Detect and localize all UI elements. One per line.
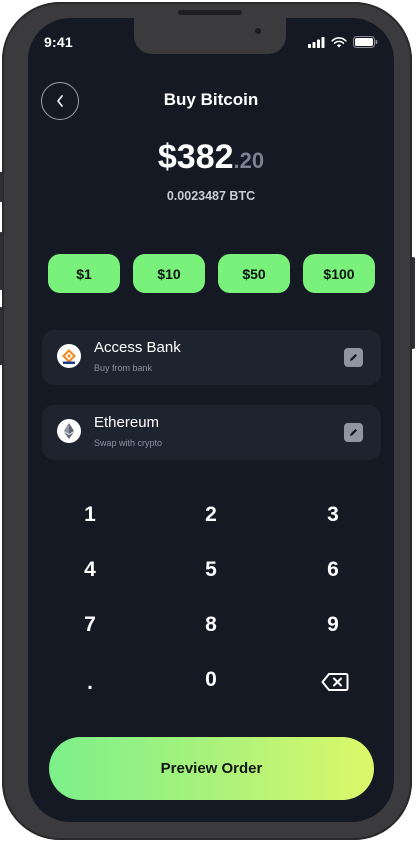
pencil-icon: [350, 354, 357, 361]
keypad-key-9[interactable]: 9: [303, 605, 363, 645]
source-name: Ethereum: [94, 414, 160, 431]
signal-icon: [308, 36, 325, 48]
preview-order-button[interactable]: Preview Order: [49, 737, 374, 800]
amount-cents: .20: [233, 148, 265, 173]
keypad-key-3[interactable]: 3: [303, 495, 363, 535]
access-bank-logo-icon: [57, 344, 81, 368]
preset-amounts: $1 $10 $50 $100: [48, 254, 375, 293]
keypad-key-0[interactable]: 0: [181, 660, 241, 700]
mute-switch: [0, 172, 3, 202]
volume-down-button: [0, 307, 3, 365]
source-name: Access Bank: [94, 339, 181, 356]
edit-source-button[interactable]: [344, 348, 363, 367]
preset-button[interactable]: $1: [48, 254, 120, 293]
source-subtitle: Buy from bank: [94, 363, 153, 373]
keypad-key-4[interactable]: 4: [60, 550, 120, 590]
preset-button[interactable]: $100: [303, 254, 375, 293]
source-subtitle: Swap with crypto: [94, 438, 163, 448]
keypad-key-decimal[interactable]: .: [60, 663, 120, 703]
payment-source-access-bank[interactable]: Access Bank Buy from bank: [42, 330, 381, 385]
ethereum-logo-icon: [57, 419, 81, 443]
wifi-icon: [331, 36, 347, 47]
notch: [134, 18, 286, 54]
power-button: [411, 257, 415, 349]
keypad-backspace-button[interactable]: [305, 662, 365, 702]
page-title: Buy Bitcoin: [163, 90, 259, 109]
keypad-key-7[interactable]: 7: [60, 605, 120, 645]
keypad-key-2[interactable]: 2: [181, 495, 241, 535]
btc-equivalent: 0.0023487 BTC: [166, 189, 256, 203]
edit-source-button[interactable]: [344, 423, 363, 442]
battery-icon: [353, 36, 378, 48]
status-time: 9:41: [44, 34, 73, 50]
keypad-key-8[interactable]: 8: [181, 605, 241, 645]
front-camera: [255, 28, 261, 34]
keypad-key-1[interactable]: 1: [60, 495, 120, 535]
volume-up-button: [0, 232, 3, 290]
keypad-key-5[interactable]: 5: [181, 550, 241, 590]
preset-button[interactable]: $50: [218, 254, 290, 293]
amount-main: $382: [157, 138, 234, 176]
pencil-icon: [350, 429, 357, 436]
payment-source-ethereum[interactable]: Ethereum Swap with crypto: [42, 405, 381, 460]
status-icons: [308, 36, 378, 48]
speaker-grill: [178, 10, 242, 15]
amount-display: $382.20: [28, 138, 394, 177]
preset-button[interactable]: $10: [133, 254, 205, 293]
phone-frame: 9:41 Buy Bitcoin $382.20 0.0023487 BTC $…: [0, 2, 415, 840]
keypad-key-6[interactable]: 6: [303, 550, 363, 590]
backspace-icon: [321, 673, 349, 691]
screen: 9:41 Buy Bitcoin $382.20 0.0023487 BTC $…: [28, 18, 394, 822]
